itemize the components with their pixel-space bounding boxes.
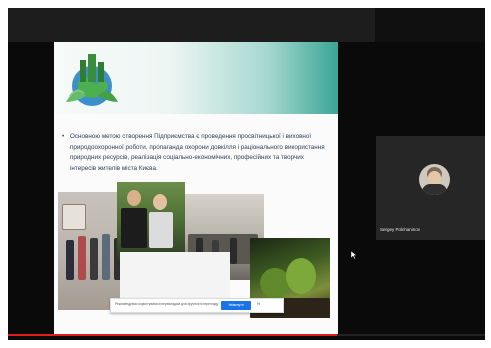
photo-people-with-certificates xyxy=(117,182,185,260)
video-call-area: • Основною метою створення Підприємства … xyxy=(8,8,485,340)
top-bar-right xyxy=(375,8,485,42)
mouse-cursor-icon xyxy=(351,251,357,259)
participant-tile[interactable]: Sergey Polchaninov xyxy=(376,136,485,240)
enable-translation-button[interactable]: Увімкнути xyxy=(221,301,251,310)
participant-name: Sergey Polchaninov xyxy=(380,227,421,232)
translate-prompt-bar: Рекомендуємо користуватися перекладом дл… xyxy=(110,298,284,313)
photo-white-panel xyxy=(120,252,230,302)
eco-city-globe-logo-icon xyxy=(66,54,118,106)
translate-prompt-text: Рекомендуємо користуватися перекладом дл… xyxy=(115,302,219,306)
decline-translation-link[interactable]: Ні xyxy=(257,302,260,306)
playback-progress-bar[interactable] xyxy=(8,334,338,336)
bullet-marker: • xyxy=(62,133,65,140)
shared-presentation-slide: • Основною метою створення Підприємства … xyxy=(54,42,338,334)
slide-bullet-text: Основною метою створення Підприємства є … xyxy=(70,133,325,172)
slide-bullet-point: • Основною метою створення Підприємства … xyxy=(62,132,328,174)
participant-avatar xyxy=(419,164,450,195)
